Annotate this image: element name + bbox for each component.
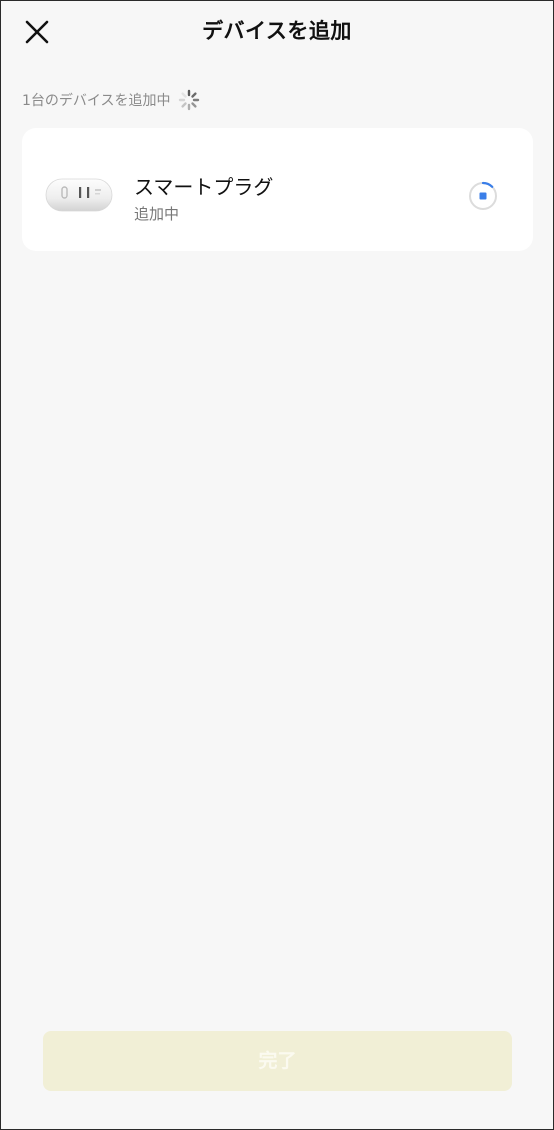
device-status: 追加中	[134, 205, 180, 223]
spinner-icon	[178, 89, 199, 111]
add-device-screen: デバイスを追加 1台のデバイスを追加中 スマートプラグ 追加中 完了	[0, 0, 554, 1130]
adding-status-text: 1台のデバイスを追加中	[22, 93, 171, 109]
adding-status: 1台のデバイスを追加中	[22, 89, 200, 111]
page-title: デバイスを追加	[202, 19, 352, 43]
device-card: スマートプラグ 追加中	[22, 128, 533, 251]
progress-icon	[469, 181, 497, 210]
smart-plug-image	[45, 178, 113, 212]
header-bar: デバイスを追加	[1, 1, 553, 63]
done-button[interactable]: 完了	[43, 1031, 512, 1091]
device-name: スマートプラグ	[134, 175, 274, 199]
